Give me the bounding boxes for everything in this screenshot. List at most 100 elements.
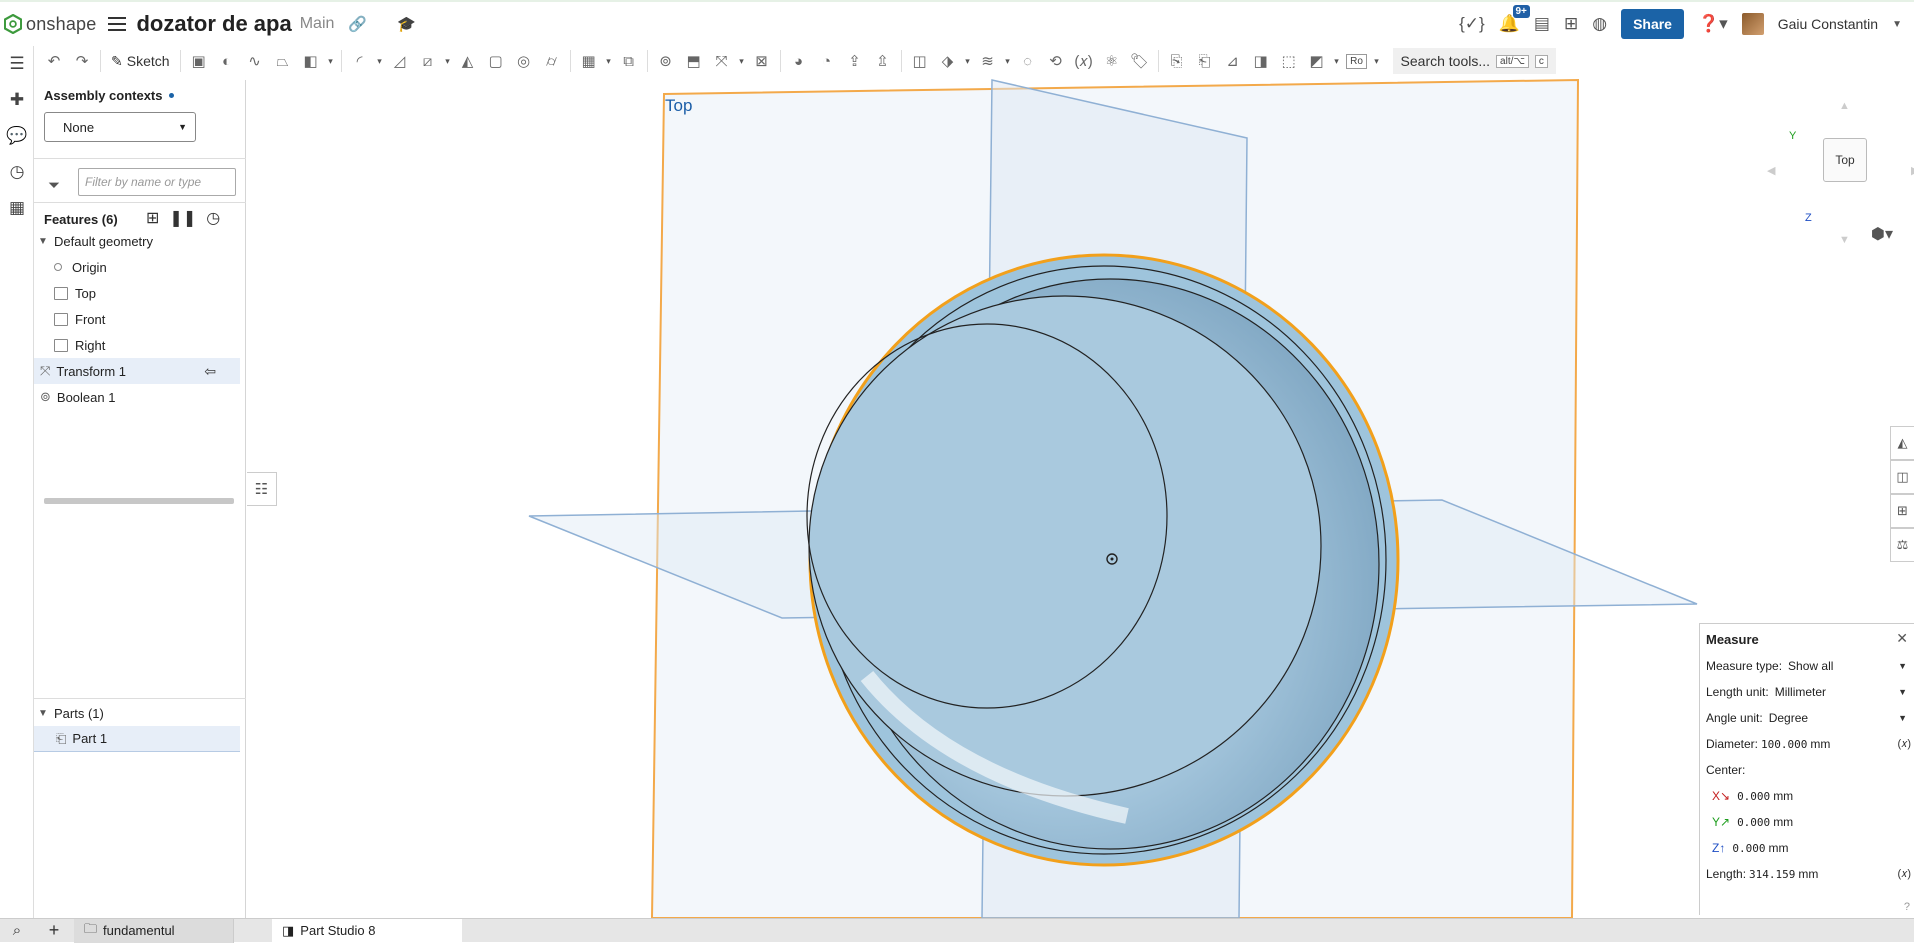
mass-properties-icon[interactable]: ⚖ — [1890, 528, 1914, 562]
center-y-value[interactable]: 0.000 — [1737, 816, 1770, 829]
avatar[interactable] — [1741, 13, 1764, 35]
rib-icon[interactable]: ◭ — [454, 48, 482, 74]
pattern-icon[interactable]: ▦ — [575, 48, 603, 74]
appearance-icon[interactable]: ◭ — [1890, 426, 1914, 460]
projected-curve-icon[interactable]: ⟲ — [1042, 48, 1070, 74]
sketch-button[interactable]: ✎ Sketch — [105, 53, 176, 70]
sweep-icon[interactable]: ∿ — [241, 48, 269, 74]
angle-unit-select[interactable]: Degree ▼ — [1769, 711, 1911, 725]
sheet-metal-icon[interactable]: ⎘ — [1163, 48, 1191, 74]
tree-item-top-plane[interactable]: Top — [54, 280, 260, 306]
chevron-down-icon[interactable]: ▾ — [736, 56, 748, 67]
view-cube[interactable]: ▲ ▼ ◀ ▶ Y Z Top — [1767, 94, 1914, 246]
history-icon[interactable]: ◷ — [0, 154, 34, 190]
shell-icon[interactable]: ▢ — [482, 48, 510, 74]
link-icon[interactable]: 🔗 — [348, 15, 367, 33]
measure-type-select[interactable]: Show all ▼ — [1788, 659, 1911, 673]
notifications-icon[interactable]: 🔔 9+ — [1499, 5, 1530, 34]
transform-icon[interactable]: ⤧ — [708, 48, 736, 74]
thread-icon[interactable]: ⌭ — [538, 48, 566, 74]
chevron-down-icon[interactable]: ▾ — [962, 56, 974, 67]
variables-icon[interactable]: {✓} — [1459, 14, 1485, 34]
move-face-icon[interactable]: ⇪ — [841, 48, 869, 74]
tab-part-studio[interactable]: ◨ Part Studio 8 — [272, 918, 462, 943]
chevron-down-icon[interactable]: ▾ — [603, 56, 615, 67]
chevron-down-icon[interactable]: ▼ — [1892, 19, 1902, 30]
learning-center-icon[interactable]: 🎓 — [397, 15, 416, 33]
section-view-icon[interactable]: ◫ — [1890, 460, 1914, 494]
parts-group[interactable]: ▼ Parts (1) — [38, 700, 244, 726]
main-menu-button[interactable] — [108, 17, 127, 31]
search-tools-input[interactable]: Search tools... alt/⌥ c — [1392, 48, 1556, 74]
tree-item-front-plane[interactable]: Front — [54, 306, 260, 332]
corner-icon[interactable]: ◩ — [1303, 48, 1331, 74]
mate-connector-icon[interactable]: ⬗ — [934, 48, 962, 74]
chevron-down-icon[interactable]: ▾ — [374, 56, 386, 67]
draft-icon[interactable]: ⧄ — [414, 48, 442, 74]
pause-icon[interactable]: ❚❚ — [169, 208, 196, 228]
rotate-left-icon[interactable]: ◀ — [1767, 164, 1775, 177]
assembly-context-select[interactable]: None ▼ — [44, 112, 196, 142]
insert-icon[interactable]: ✚ — [0, 82, 34, 118]
rotate-up-icon[interactable]: ▲ — [1839, 100, 1850, 112]
graphics-viewport[interactable]: Top ☷ ▲ ▼ ◀ ▶ Y Z Top ⬢▾ ◭ ◫ ⊞ ⚖ — [247, 76, 1914, 918]
redo-icon[interactable]: ↷ — [68, 48, 96, 74]
help-icon[interactable]: ❓▾ — [1698, 14, 1728, 34]
add-folder-icon[interactable]: ⊞ — [146, 208, 159, 228]
chevron-down-icon[interactable]: ▾ — [1331, 56, 1343, 67]
chamfer-icon[interactable]: ◿ — [386, 48, 414, 74]
onshape-logo[interactable]: onshape — [4, 14, 96, 35]
tab-folder[interactable]: 🗀 fundamentul — [74, 918, 234, 943]
app-store-icon[interactable]: ⊞ — [1564, 14, 1578, 34]
filter-input[interactable] — [78, 168, 236, 196]
undo-icon[interactable]: ↶ — [40, 48, 68, 74]
share-button[interactable]: Share — [1621, 9, 1684, 39]
diameter-value[interactable]: 100.000 — [1761, 738, 1807, 751]
tree-item-boolean[interactable]: ⊚ Boolean 1 — [34, 384, 240, 410]
replace-face-icon[interactable]: ⇫ — [869, 48, 897, 74]
mirror-icon[interactable]: ⧉ — [615, 48, 643, 74]
split-icon[interactable]: ⬒ — [680, 48, 708, 74]
hole-icon[interactable]: ◎ — [510, 48, 538, 74]
user-name[interactable]: Gaiu Constantin — [1778, 16, 1878, 32]
helix-icon[interactable]: ≋ — [974, 48, 1002, 74]
flange-icon[interactable]: ⎗ — [1191, 48, 1219, 74]
variable-icon[interactable]: (𝑥) — [1898, 738, 1911, 751]
composite-part-icon[interactable]: ⚛ — [1098, 48, 1126, 74]
tab-icon[interactable]: ⊿ — [1219, 48, 1247, 74]
center-x-value[interactable]: 0.000 — [1737, 790, 1770, 803]
tree-item-right-plane[interactable]: Right — [54, 332, 260, 358]
close-icon[interactable]: ✕ — [1896, 630, 1908, 647]
bend-icon[interactable]: ◨ — [1247, 48, 1275, 74]
ro-button[interactable]: Ro — [1343, 48, 1371, 74]
fillet-icon[interactable]: ◜ — [346, 48, 374, 74]
feature-list-icon[interactable]: ☰ — [0, 46, 34, 82]
part-item[interactable]: ⎗ Part 1 — [34, 726, 240, 752]
tag-icon[interactable]: 🏷 — [1126, 48, 1154, 74]
chevron-down-icon[interactable]: ▾ — [1371, 56, 1383, 67]
delete-face-icon[interactable]: ◔ — [813, 48, 841, 74]
boolean-icon[interactable]: ⊚ — [652, 48, 680, 74]
configurations-icon[interactable]: ⊞ — [1890, 494, 1914, 528]
rotate-down-icon[interactable]: ▼ — [1839, 234, 1850, 246]
view-cube-face[interactable]: Top — [1823, 138, 1867, 182]
thicken-icon[interactable]: ◧ — [297, 48, 325, 74]
chevron-down-icon[interactable]: ▾ — [325, 56, 337, 67]
comments-icon[interactable]: 💬 — [0, 118, 34, 154]
tree-item-transform[interactable]: ⤧ Transform 1 ⇦ — [34, 358, 240, 384]
variable-icon[interactable]: (𝑥) — [1898, 868, 1911, 881]
timer-icon[interactable]: ◷ — [206, 208, 220, 228]
curve-icon[interactable]: ◌ — [1014, 48, 1042, 74]
chevron-down-icon[interactable]: ▾ — [1002, 56, 1014, 67]
chevron-down-icon[interactable]: ▾ — [442, 56, 454, 67]
globe-icon[interactable]: ◍ — [1592, 14, 1607, 34]
help-icon[interactable]: ? — [1904, 901, 1910, 913]
modify-fillet-icon[interactable]: ◕ — [785, 48, 813, 74]
delete-part-icon[interactable]: ⊠ — [748, 48, 776, 74]
revolve-icon[interactable]: ◐ — [213, 48, 241, 74]
filter-icon[interactable]: ⏷ — [48, 177, 60, 194]
feature-list-toggle-icon[interactable]: ☷ — [247, 472, 277, 506]
extrude-icon[interactable]: ▣ — [185, 48, 213, 74]
branch-label[interactable]: Main — [300, 15, 335, 33]
default-geometry-group[interactable]: ▼ Default geometry — [38, 228, 244, 254]
